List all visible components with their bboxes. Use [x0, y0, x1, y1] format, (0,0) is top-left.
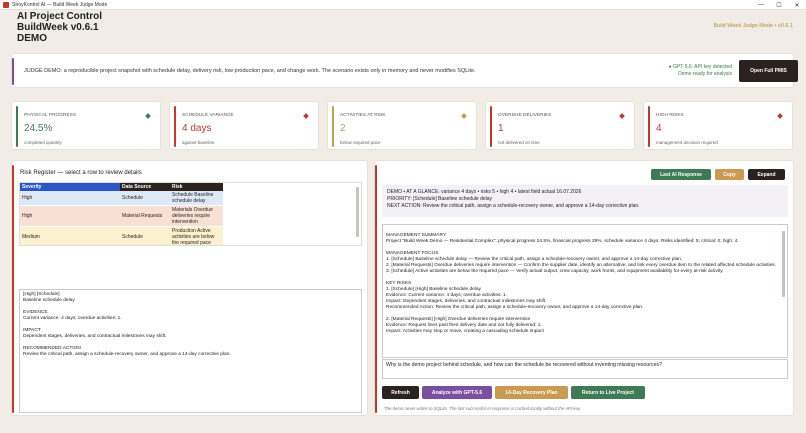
metric-accent [332, 106, 334, 147]
metric-label: High risks [656, 113, 684, 118]
window-title: StroyKontrol AI — Build Week Judge Mode [12, 1, 108, 8]
column-header-data-source[interactable]: Data Source [120, 183, 170, 191]
risk-cell-severity: Medium [20, 226, 120, 245]
at-a-glance-summary: DEMO • AT A GLANCE: variance 4 days • ri… [382, 185, 788, 217]
maximize-button[interactable]: ☐ [770, 0, 788, 10]
metric-label: Physical progress [24, 113, 77, 118]
diamond-icon [461, 113, 467, 119]
metric-accent [16, 106, 18, 147]
ai-response-content: MANAGEMENT SUMMARY Project "Build Week D… [386, 233, 776, 334]
banner-accent [12, 58, 14, 85]
ai-response-text[interactable]: MANAGEMENT SUMMARY Project "Build Week D… [382, 224, 788, 358]
risk-cell-source: Material Requests [120, 205, 170, 227]
metric-card-schedule-variance: Schedule variance 4 days against baselin… [169, 101, 319, 150]
metric-card-physical-progress: Physical progress 24.5% completed quanti… [11, 101, 161, 150]
risk-cell-severity: High [20, 205, 120, 227]
risk-table: Severity Data Source Risk High Schedule Sc… [20, 183, 223, 245]
column-header-severity[interactable]: Severity [20, 183, 120, 191]
copy-button[interactable]: Copy [715, 169, 744, 180]
metrics-row: Physical progress 24.5% completed quanti… [11, 101, 794, 150]
metric-value: 24.5% [24, 123, 53, 134]
metric-subtext: against baseline [182, 140, 215, 145]
risk-cell-risk: Schedule Baseline schedule delay [170, 191, 223, 206]
risk-register-panel: Risk Register — select a row to review d… [11, 160, 368, 416]
metric-subtext: completed quantity [24, 140, 62, 145]
risk-cell-risk: Materials Overdue deliveries require int… [170, 205, 223, 227]
demo-banner: JUDGE DEMO: a reproducible project snaps… [11, 53, 798, 88]
panel-accent [12, 165, 14, 413]
demo-banner-text: JUDGE DEMO: a reproducible project snaps… [24, 68, 476, 74]
risk-register-title: Risk Register — select a row to review d… [20, 170, 142, 176]
last-ai-response-button[interactable]: Last AI Response [651, 169, 711, 180]
close-button[interactable]: ✕ [788, 0, 806, 10]
metric-accent [648, 106, 650, 147]
metric-card-activities-at-risk: Activities at risk 2 below required pace [327, 101, 477, 150]
risk-row[interactable]: High Schedule Schedule Baseline schedule d… [20, 191, 223, 206]
metric-subtext: management decision required [656, 140, 718, 145]
risk-table-header: Severity Data Source Risk [20, 183, 223, 191]
diamond-icon [777, 113, 783, 119]
question-input[interactable]: Why is the demo project behind schedule,… [382, 359, 788, 379]
api-status-line: ● GPT-5.6: API key detected [668, 64, 732, 70]
metric-accent [490, 106, 492, 147]
metric-value: 1 [498, 123, 504, 134]
risk-table-scrollbar[interactable] [356, 187, 359, 237]
risk-cell-source: Schedule [120, 226, 170, 245]
panel-accent [375, 165, 377, 413]
diamond-icon [145, 113, 151, 119]
ai-analysis-panel: Last AI Response Copy Expand DEMO • AT A… [374, 160, 794, 416]
metric-subtext: not delivered on time [498, 140, 540, 145]
risk-row[interactable]: High Material Requests Materials Overdue d… [20, 205, 223, 227]
window-titlebar: StroyKontrol AI — Build Week Judge Mode … [0, 0, 806, 10]
diamond-icon [619, 113, 625, 119]
risk-cell-severity: High [20, 191, 120, 206]
diamond-icon [303, 113, 309, 119]
metric-card-high-risks: High risks 4 management decision require… [643, 101, 793, 150]
metric-value: 4 [656, 123, 662, 134]
return-to-live-button[interactable]: Return to Live Project [571, 386, 645, 399]
analyze-gpt-button[interactable]: Analyze with GPT-5.6 [422, 386, 492, 399]
metric-accent [174, 106, 176, 147]
expand-button[interactable]: Expand [748, 169, 785, 180]
risk-row[interactable]: Medium Schedule Production Active activiti… [20, 226, 223, 245]
metric-label: Activities at risk [340, 113, 386, 118]
metric-card-overdue-deliveries: Overdue deliveries 1 not delivered on ti… [485, 101, 635, 150]
metric-label: Overdue deliveries [498, 113, 552, 118]
footnote: The demo never writes to SQLite. The las… [384, 406, 581, 411]
metric-value: 4 days [182, 123, 212, 134]
metric-label: Schedule variance [182, 113, 234, 118]
metric-value: 2 [340, 123, 346, 134]
app-header: AI Project Control BuildWeek v0.6.1 DEMO… [0, 10, 806, 47]
app-icon [3, 1, 9, 8]
risk-cell-risk: Production Active activities are below t… [170, 226, 223, 245]
mode-label: Build Week Judge Mode • v0.6.1 [713, 23, 793, 29]
risk-cell-source: Schedule [120, 191, 170, 206]
column-header-risk[interactable]: Risk [170, 183, 223, 191]
api-status: ● GPT-5.6: API key detected Demo ready f… [652, 64, 732, 78]
recovery-plan-button[interactable]: 14-Day Recovery Plan [495, 386, 568, 399]
minimize-button[interactable]: — [752, 0, 770, 10]
refresh-button[interactable]: Refresh [382, 386, 419, 399]
project-title: AI Project Control BuildWeek v0.6.1 DEMO [17, 11, 103, 41]
metric-subtext: below required pace [340, 140, 381, 145]
api-ready-line: Demo ready for analysis [678, 71, 732, 77]
open-full-pmis-button[interactable]: Open Full PMIS [739, 60, 798, 82]
risk-detail-text[interactable]: [High] [Schedule] Baseline schedule dela… [19, 289, 362, 413]
risk-table-container: Severity Data Source Risk High Schedule Sc… [19, 182, 362, 246]
ai-response-scrollbar[interactable] [782, 231, 785, 297]
